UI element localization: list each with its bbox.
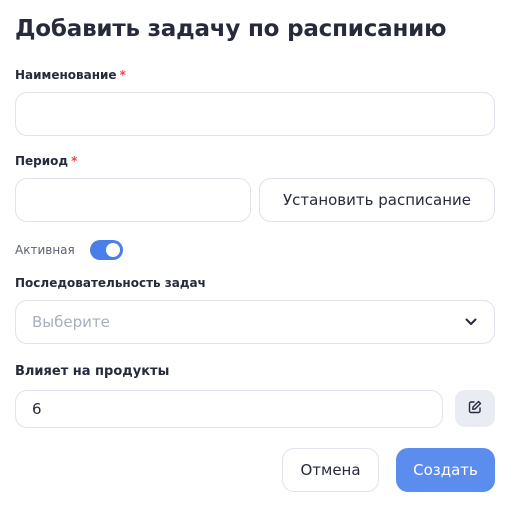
sequence-label: Последовательность задач: [15, 276, 206, 290]
name-field[interactable]: [15, 92, 495, 136]
create-button[interactable]: Создать: [396, 448, 495, 492]
sequence-select[interactable]: Выберите: [15, 300, 495, 344]
affects-input[interactable]: [16, 391, 442, 427]
edit-icon: [468, 399, 482, 418]
chevron-down-icon: [464, 315, 478, 329]
set-schedule-button[interactable]: Установить расписание: [259, 178, 495, 222]
period-field[interactable]: [15, 178, 251, 222]
sequence-placeholder: Выберите: [32, 313, 110, 331]
affects-label: Влияет на продукты: [15, 364, 170, 379]
toggle-knob: [106, 243, 120, 257]
affects-field[interactable]: [15, 390, 443, 428]
period-required-mark: *: [71, 154, 78, 168]
edit-products-button[interactable]: [455, 390, 495, 427]
name-input[interactable]: [16, 93, 494, 135]
active-toggle[interactable]: [90, 240, 123, 260]
cancel-button[interactable]: Отмена: [282, 448, 379, 492]
period-label-text: Период: [15, 154, 69, 168]
active-label: Активная: [15, 243, 75, 257]
period-label: Период *: [15, 154, 77, 168]
name-label-text: Наименование: [15, 68, 117, 82]
name-required-mark: *: [119, 68, 126, 82]
dialog-title: Добавить задачу по расписанию: [15, 16, 447, 42]
name-label: Наименование *: [15, 68, 126, 82]
period-input[interactable]: [16, 179, 250, 221]
